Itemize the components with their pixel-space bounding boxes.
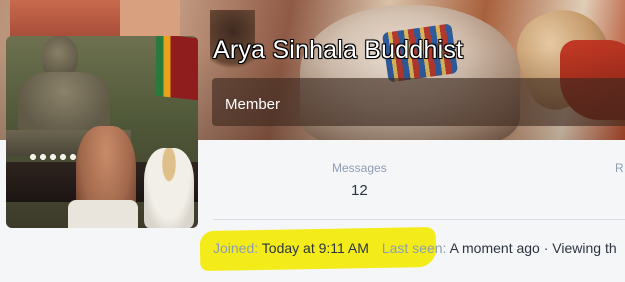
profile-avatar[interactable] — [6, 36, 198, 228]
stat-messages-value: 12 — [351, 182, 368, 199]
member-info-line: Joined: Today at 9:11 AM Last seen: A mo… — [213, 240, 617, 256]
joined-label: Joined: — [213, 240, 259, 256]
divider — [213, 219, 625, 220]
joined-value: Today at 9:11 AM — [261, 240, 369, 256]
user-title: Member — [225, 96, 281, 113]
stat-label-truncated: R — [615, 161, 624, 175]
stat-messages-label[interactable]: Messages — [332, 161, 387, 175]
profile-username: Arya Sinhala Buddhist — [213, 36, 464, 64]
last-seen-value: A moment ago · Viewing th — [449, 240, 617, 256]
last-seen-label: Last seen: — [381, 240, 447, 256]
